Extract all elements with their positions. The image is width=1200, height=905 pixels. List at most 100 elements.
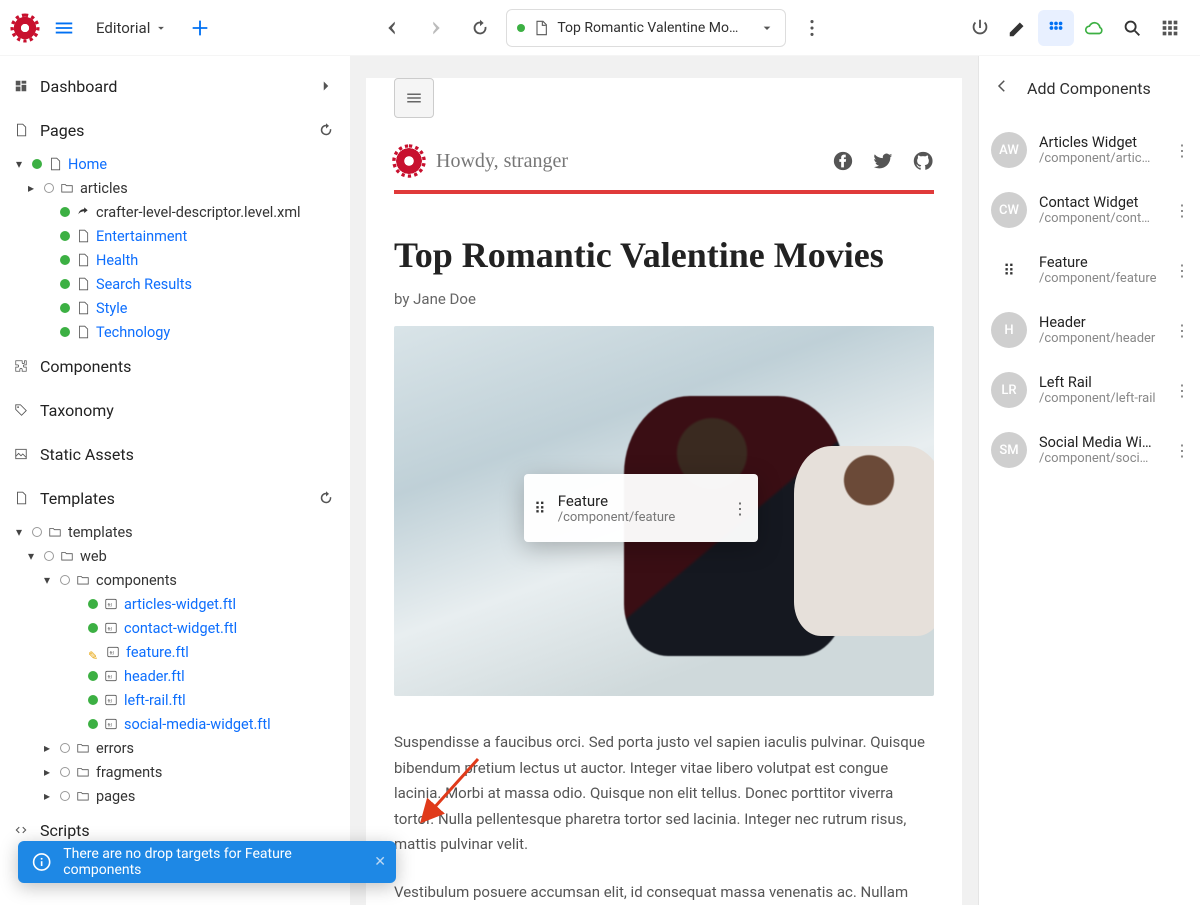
edit-pencil-icon[interactable] [1000,10,1036,46]
folder-icon [60,181,74,195]
component-mode-button[interactable] [1038,10,1074,46]
more-icon[interactable]: ⋮ [1174,261,1190,280]
component-item[interactable]: LRLeft Rail/component/left-rail⋮ [979,360,1200,420]
svg-text:ftl: ftl [108,721,112,728]
tree-item[interactable]: ▾components [4,568,349,592]
facebook-icon[interactable] [832,150,854,172]
site-selector[interactable]: Editorial [90,15,174,41]
more-icon[interactable]: ⋮ [732,499,748,518]
global-menu-icon[interactable] [46,10,82,46]
preview-pane: Howdy, stranger Top Romantic Valentine M… [350,56,978,905]
tree-item-search[interactable]: Search Results [4,272,349,296]
tree-item[interactable]: ▸pages [4,784,349,808]
refresh-icon[interactable] [317,121,335,139]
component-name: Feature [1039,254,1162,271]
tree-item[interactable]: ftlsocial-media-widget.ftl [4,712,349,736]
site-header: Howdy, stranger [394,118,934,176]
component-name: Contact Widget [1039,194,1162,211]
tree-item-entertainment[interactable]: Entertainment [4,224,349,248]
social-links [832,150,934,172]
tree-item[interactable]: ftlfeature.ftl [4,640,349,664]
search-icon[interactable] [1114,10,1150,46]
paragraph: Vestibulum posuere accumsan elit, id con… [394,880,934,905]
page-icon [76,253,90,267]
page-icon [14,123,28,137]
address-bar[interactable]: Top Romantic Valentine Mo… [506,9,786,47]
drag-card-name: Feature [558,492,676,510]
power-icon[interactable] [962,10,998,46]
tree-item-level-descriptor[interactable]: crafter-level-descriptor.level.xml [4,200,349,224]
site-menu-button[interactable] [394,78,434,118]
component-name: Left Rail [1039,374,1162,391]
nav-reload-button[interactable] [462,10,498,46]
component-avatar: SM [991,432,1027,468]
nav-label: Components [40,357,131,376]
more-icon[interactable]: ⋮ [1174,441,1190,460]
svg-text:ftl: ftl [108,697,112,704]
ftl-icon: ftl [104,693,118,707]
nav-dashboard[interactable]: Dashboard [0,64,349,108]
tree-item[interactable]: ftlarticles-widget.ftl [4,592,349,616]
tree-item[interactable]: ftlheader.ftl [4,664,349,688]
tree-item[interactable]: ftlleft-rail.ftl [4,688,349,712]
publish-cloud-icon[interactable] [1076,10,1112,46]
tree-item[interactable]: ftlcontact-widget.ftl [4,616,349,640]
sidebar: Dashboard Pages ▾Home ▸articles crafter-… [0,56,350,905]
nav-templates[interactable]: Templates [0,476,349,520]
component-item[interactable]: HHeader/component/header⋮ [979,300,1200,360]
more-icon[interactable]: ⋮ [1174,321,1190,340]
ftl-icon: ftl [104,717,118,731]
drag-grip-icon: ⠿ [534,499,546,518]
page-icon [76,277,90,291]
page-icon [14,491,28,505]
ftl-icon: ftl [106,645,120,659]
nav-label: Dashboard [40,77,117,96]
toast-notification: There are no drop targets for Feature co… [18,841,396,883]
tree-item[interactable]: ▾web [4,544,349,568]
svg-text:ftl: ftl [108,625,112,632]
chevron-right-icon [317,77,335,95]
more-icon[interactable]: ⋮ [1174,201,1190,220]
chevron-down-icon [759,20,775,36]
nav-label: Taxonomy [40,401,114,420]
component-item[interactable]: ⠿Feature/component/feature⋮ [979,240,1200,300]
site-name: Editorial [96,19,150,37]
overflow-menu-button[interactable] [794,10,830,46]
component-name: Header [1039,314,1162,331]
nav-forward-button[interactable] [418,10,454,46]
component-name: Social Media Wi… [1039,434,1162,451]
close-icon[interactable]: ✕ [374,854,386,870]
nav-pages[interactable]: Pages [0,108,349,152]
refresh-icon[interactable] [317,489,335,507]
tree-item[interactable]: ▾templates [4,520,349,544]
twitter-icon[interactable] [872,150,894,172]
tree-item-articles[interactable]: ▸articles [4,176,349,200]
github-icon[interactable] [912,150,934,172]
tree-item[interactable]: ▸fragments [4,760,349,784]
page-icon [76,325,90,339]
info-icon [32,852,51,872]
puzzle-icon [14,359,28,373]
toast-message: There are no drop targets for Feature co… [63,846,362,878]
tree-item-health[interactable]: Health [4,248,349,272]
more-icon[interactable]: ⋮ [1174,381,1190,400]
component-item[interactable]: CWContact Widget/component/cont…⋮ [979,180,1200,240]
tree-item-style[interactable]: Style [4,296,349,320]
component-item[interactable]: AWArticles Widget/component/artic…⋮ [979,120,1200,180]
component-item[interactable]: SMSocial Media Wi…/component/soci…⋮ [979,420,1200,480]
create-content-button[interactable] [182,10,218,46]
drag-preview-card[interactable]: ⠿ Feature /component/feature ⋮ [524,474,758,542]
back-icon[interactable] [993,77,1011,99]
article-title: Top Romantic Valentine Movies [394,234,934,276]
apps-grid-icon[interactable] [1152,10,1188,46]
tree-item-technology[interactable]: Technology [4,320,349,344]
drag-grip-icon: ⠿ [1003,261,1015,280]
nav-static-assets[interactable]: Static Assets [0,432,349,476]
tree-item-home[interactable]: ▾Home [4,152,349,176]
nav-components[interactable]: Components [0,344,349,388]
tree-item[interactable]: ▸errors [4,736,349,760]
nav-back-button[interactable] [374,10,410,46]
nav-taxonomy[interactable]: Taxonomy [0,388,349,432]
topbar: Editorial Top Romantic Valentine Mo… [0,0,1200,56]
more-icon[interactable]: ⋮ [1174,141,1190,160]
